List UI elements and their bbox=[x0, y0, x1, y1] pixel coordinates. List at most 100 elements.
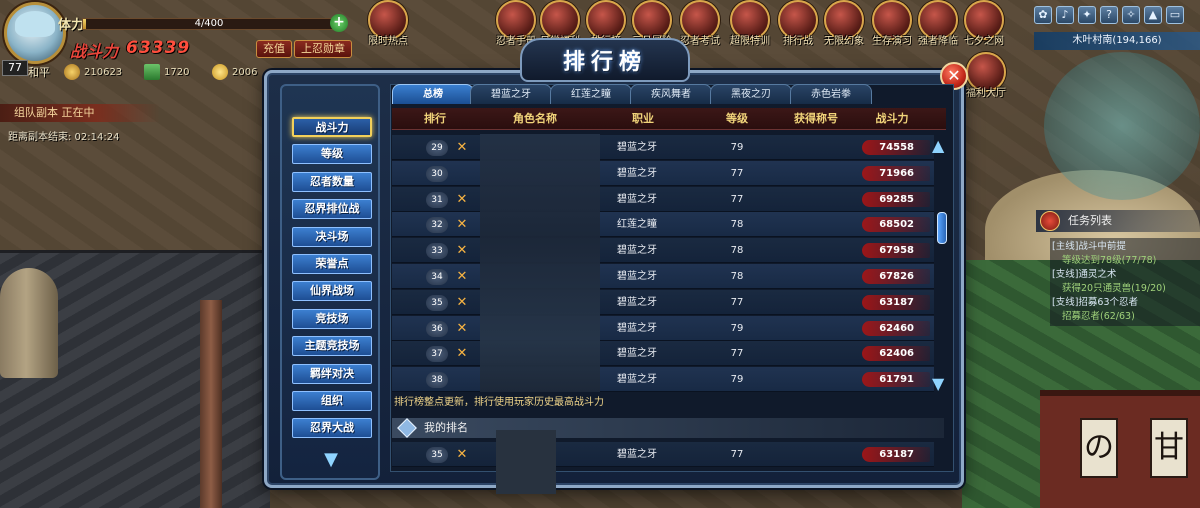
rank-cross-icon: ✕ bbox=[456, 217, 468, 233]
currency-notes: 1720 bbox=[144, 64, 189, 80]
category-button[interactable]: 组织 bbox=[292, 391, 372, 411]
hp-add-button[interactable]: + bbox=[330, 14, 348, 32]
level-cell: 77 bbox=[730, 449, 744, 460]
column-header: 职业 bbox=[632, 112, 654, 125]
my-rank-row[interactable]: 35 ✕ 碧蓝之牙 77 63187 bbox=[392, 442, 934, 467]
table-row[interactable]: 31 ✕ 碧蓝之牙 77 69285 bbox=[392, 186, 934, 212]
level-cell: 78 bbox=[730, 219, 744, 231]
category-button[interactable]: 决斗场 bbox=[292, 226, 372, 247]
power-cell: 63187 bbox=[879, 296, 914, 308]
system-icon[interactable]: ✿ bbox=[1034, 6, 1052, 24]
rank-cross-icon: ✕ bbox=[456, 243, 468, 259]
ingot-icon bbox=[212, 64, 228, 80]
scene-sign: 甘 bbox=[1150, 418, 1188, 478]
category-button[interactable]: 荣誉点 bbox=[292, 254, 372, 274]
rank-number: 30 bbox=[426, 165, 448, 182]
profession-tab[interactable]: 红莲之瞳 bbox=[550, 84, 632, 104]
hp-value: 4/400 bbox=[194, 18, 224, 29]
quest-list-header[interactable]: 任务列表 bbox=[1036, 210, 1200, 232]
system-icon[interactable]: ♪ bbox=[1056, 6, 1074, 24]
system-icon[interactable]: ? bbox=[1100, 6, 1118, 24]
scrollbar-thumb[interactable] bbox=[937, 212, 947, 244]
profession-tab[interactable]: 黑夜之刃 bbox=[710, 84, 792, 104]
rank-cross-icon: ✕ bbox=[456, 191, 468, 207]
system-icon[interactable]: ✦ bbox=[1078, 6, 1096, 24]
system-icon-row: ✿ ♪ ✦? ✧ ▲ ▭ bbox=[1034, 6, 1184, 24]
profession-tab[interactable]: 疾风舞者 bbox=[630, 84, 712, 104]
quest-progress: 招募忍者(62/63) bbox=[1062, 311, 1135, 322]
system-icon[interactable]: ▭ bbox=[1166, 6, 1184, 24]
scene-water-tank bbox=[0, 268, 58, 378]
category-button[interactable]: 仙界战场 bbox=[292, 281, 372, 302]
table-row[interactable]: 38 碧蓝之牙 79 61791 bbox=[392, 367, 934, 393]
currency-gold-value: 210623 bbox=[84, 66, 123, 78]
redacted-names bbox=[480, 134, 600, 392]
power-cell: 67826 bbox=[879, 271, 914, 282]
level-cell: 78 bbox=[730, 245, 744, 257]
category-button[interactable]: 主题竞技场 bbox=[292, 336, 372, 357]
left-task-title[interactable]: 组队副本 正在中 bbox=[0, 104, 160, 122]
category-button[interactable]: 羁绊对决 bbox=[292, 363, 372, 384]
rank-cross-icon: ✕ bbox=[456, 447, 468, 462]
rank-cross-icon: ✕ bbox=[456, 269, 468, 284]
top-menu-label: 限时热点 bbox=[368, 36, 408, 47]
rank-cross-icon: ✕ bbox=[456, 294, 468, 310]
quest-progress: 获得20只通灵兽(19/20) bbox=[1062, 283, 1166, 294]
job-cell: 碧蓝之牙 bbox=[617, 296, 657, 308]
recharge-button[interactable]: 充值 bbox=[256, 40, 292, 58]
rank-number: 34 bbox=[426, 269, 448, 285]
category-button[interactable]: 忍界大战 bbox=[292, 418, 372, 439]
rank-cross-icon: ✕ bbox=[456, 346, 468, 362]
category-button[interactable]: 竞技场 bbox=[292, 308, 372, 329]
job-cell: 碧蓝之牙 bbox=[617, 245, 657, 257]
rank-number: 29 bbox=[426, 140, 448, 156]
power-cell: 68502 bbox=[879, 219, 914, 231]
currency-gold: 210623 bbox=[64, 64, 122, 80]
job-cell: 碧蓝之牙 bbox=[617, 193, 657, 205]
category-button[interactable]: 等级 bbox=[292, 144, 372, 165]
power-value: 63339 bbox=[126, 38, 191, 58]
player-name: 和平 bbox=[28, 66, 50, 79]
table-row[interactable]: 34 ✕ 碧蓝之牙 78 67826 bbox=[392, 264, 934, 289]
table-row[interactable]: 30 碧蓝之牙 77 71966 bbox=[392, 160, 934, 186]
scroll-down-icon[interactable]: ▼ bbox=[932, 374, 944, 393]
category-button[interactable]: 忍者数量 bbox=[292, 171, 372, 192]
quest-item[interactable]: [主线]战斗中前提 bbox=[1052, 240, 1198, 254]
category-button[interactable]: 战斗力 bbox=[292, 117, 372, 137]
player-avatar[interactable] bbox=[4, 2, 66, 64]
category-scroll-down-icon[interactable]: ▼ bbox=[318, 451, 344, 469]
rank-number: 31 bbox=[426, 191, 448, 208]
system-icon[interactable]: ▲ bbox=[1144, 6, 1162, 24]
job-cell: 碧蓝之牙 bbox=[617, 348, 657, 360]
banknote-icon bbox=[144, 64, 160, 80]
profession-tab[interactable]: 总榜 bbox=[392, 84, 474, 104]
table-row[interactable]: 33 ✕ 碧蓝之牙 78 67958 bbox=[392, 238, 934, 264]
scrollbar[interactable] bbox=[938, 134, 948, 392]
update-note: 排行榜整点更新，排行使用玩家历史最高战斗力 bbox=[394, 397, 604, 408]
minimap[interactable] bbox=[1044, 52, 1200, 200]
category-button[interactable]: 忍界排位战 bbox=[292, 199, 372, 220]
left-task-subtitle: 距离副本结束: 02:14:24 bbox=[8, 132, 120, 143]
table-row[interactable]: 32 ✕ 红莲之瞳 78 68502 bbox=[392, 212, 934, 238]
quest-item[interactable]: [支线]通灵之术 bbox=[1052, 268, 1198, 282]
job-cell: 碧蓝之牙 bbox=[617, 142, 657, 153]
table-row[interactable]: 36 ✕ 碧蓝之牙 79 62460 bbox=[392, 315, 934, 341]
my-rank-title: 我的排名 bbox=[424, 421, 468, 434]
table-row[interactable]: 35 ✕ 碧蓝之牙 77 63187 bbox=[392, 289, 934, 315]
table-row[interactable]: 29 ✕ 碧蓝之牙 79 74558 bbox=[392, 135, 934, 160]
map-location: 木叶村南(194,166) bbox=[1034, 32, 1200, 50]
profession-tab[interactable]: 赤色岩拳 bbox=[790, 84, 872, 104]
hp-label: 体力 bbox=[58, 18, 85, 33]
level-cell: 79 bbox=[730, 142, 744, 153]
job-cell: 碧蓝之牙 bbox=[617, 271, 657, 282]
vip-medal-button[interactable]: 上忍勋章 bbox=[294, 40, 352, 58]
profession-tab[interactable]: 碧蓝之牙 bbox=[470, 84, 552, 104]
rank-number: 38 bbox=[426, 372, 448, 389]
table-row[interactable]: 37 ✕ 碧蓝之牙 77 62406 bbox=[392, 341, 934, 367]
scroll-up-icon[interactable]: ▲ bbox=[932, 136, 944, 155]
quest-item[interactable]: [支线]招募63个忍者 bbox=[1052, 296, 1198, 310]
power-cell: 69285 bbox=[879, 193, 914, 205]
column-header: 战斗力 bbox=[875, 112, 909, 125]
rank-number: 32 bbox=[426, 217, 448, 234]
system-icon[interactable]: ✧ bbox=[1122, 6, 1140, 24]
